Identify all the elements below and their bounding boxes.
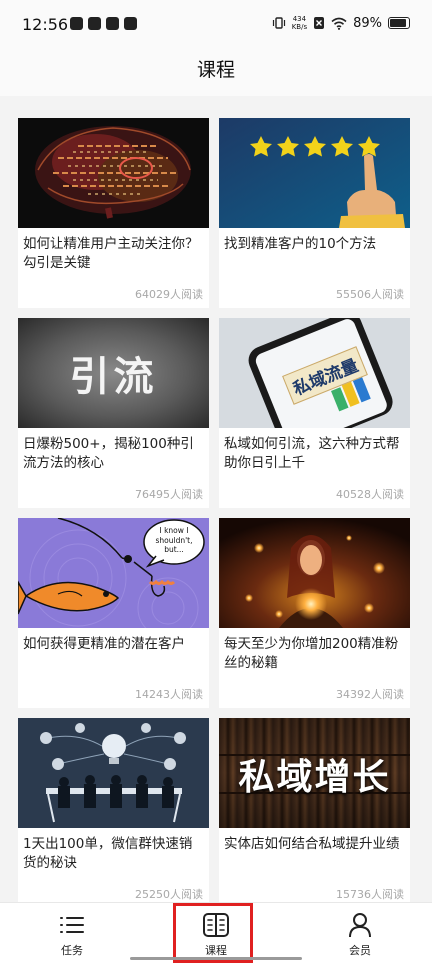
notification-icons — [70, 17, 137, 30]
battery-icon — [388, 17, 410, 29]
course-title: 1天出100单，微信群快速销货的秘诀 — [23, 836, 193, 871]
app-icon — [124, 17, 137, 30]
app-icon — [88, 17, 101, 30]
page-header: 课程 — [0, 50, 432, 96]
tiktok-icon — [70, 17, 83, 30]
fish-hook-image: I know I shouldn't, but... — [18, 518, 209, 628]
course-card[interactable]: 如何让精准用户主动关注你？勾引是关键 64029人阅读 — [18, 118, 209, 308]
read-count: 34392人阅读 — [336, 688, 404, 701]
bottom-nav: 任务 课程 会员 — [0, 902, 432, 964]
course-card[interactable]: 引流 日爆粉500+，揭秘100种引流方法的核心 76495人阅读 — [18, 318, 209, 508]
course-title: 日爆粉500+，揭秘100种引流方法的核心 — [23, 436, 194, 471]
page-title: 课程 — [196, 59, 235, 81]
five-stars-image — [219, 118, 410, 228]
wifi-icon — [331, 17, 347, 30]
brain-word-cloud-image — [18, 118, 209, 228]
course-title: 每天至少为你增加200精准粉丝的秘籍 — [224, 636, 399, 671]
read-count: 55506人阅读 — [336, 288, 404, 301]
sim-off-icon — [314, 17, 325, 29]
home-indicator[interactable] — [130, 957, 302, 960]
read-count: 64029人阅读 — [135, 288, 203, 301]
person-icon — [349, 913, 371, 938]
read-count: 76495人阅读 — [135, 488, 203, 501]
course-card[interactable]: 私域增长 实体店如何结合私域提升业绩 15736人阅读 — [219, 718, 410, 902]
course-title: 实体店如何结合私域提升业绩 — [224, 836, 400, 852]
course-card[interactable]: 私域流量 私域如何引流，这六种方式帮助你日引上千 40528人阅读 — [219, 318, 410, 508]
course-title: 如何让精准用户主动关注你？勾引是关键 — [23, 236, 199, 271]
status-right: 434 KB/s 89% — [272, 15, 410, 31]
course-card[interactable]: 1天出100单，微信群快速销货的秘诀 25250人阅读 — [18, 718, 209, 902]
read-count: 14243人阅读 — [135, 688, 203, 701]
course-card[interactable]: 每天至少为你增加200精准粉丝的秘籍 34392人阅读 — [219, 518, 410, 708]
selection-highlight — [173, 903, 253, 963]
woman-lights-image — [219, 518, 410, 628]
nav-membership[interactable]: 会员 — [315, 911, 405, 958]
network-speed: 434 KB/s — [291, 15, 308, 31]
bookshelf-image: 私域增长 — [219, 718, 410, 828]
status-bar: 12:56 434 KB/s 89% — [0, 0, 432, 50]
meeting-image — [18, 718, 209, 828]
status-time: 12:56 — [22, 15, 69, 34]
list-icon — [60, 917, 84, 933]
course-card[interactable]: 找到精准客户的10个方法 55506人阅读 — [219, 118, 410, 308]
phone-image: 私域流量 — [219, 318, 410, 428]
course-title: 私域如何引流，这六种方式帮助你日引上千 — [224, 436, 400, 471]
battery-percent: 89% — [353, 15, 382, 31]
course-grid[interactable]: 如何让精准用户主动关注你？勾引是关键 64029人阅读 找到精准客户的10个方法… — [0, 96, 432, 902]
course-title: 找到精准客户的10个方法 — [224, 236, 377, 252]
yinliu-text-image: 引流 — [18, 318, 209, 428]
course-title: 如何获得更精准的潜在客户 — [23, 636, 185, 652]
nav-tasks[interactable]: 任务 — [27, 911, 117, 958]
read-count: 15736人阅读 — [336, 888, 404, 901]
read-count: 25250人阅读 — [135, 888, 203, 901]
course-card[interactable]: I know I shouldn't, but... 如何获得更精准的潜在客户 … — [18, 518, 209, 708]
vibrate-icon — [272, 17, 285, 29]
app-icon — [106, 17, 119, 30]
read-count: 40528人阅读 — [336, 488, 404, 501]
